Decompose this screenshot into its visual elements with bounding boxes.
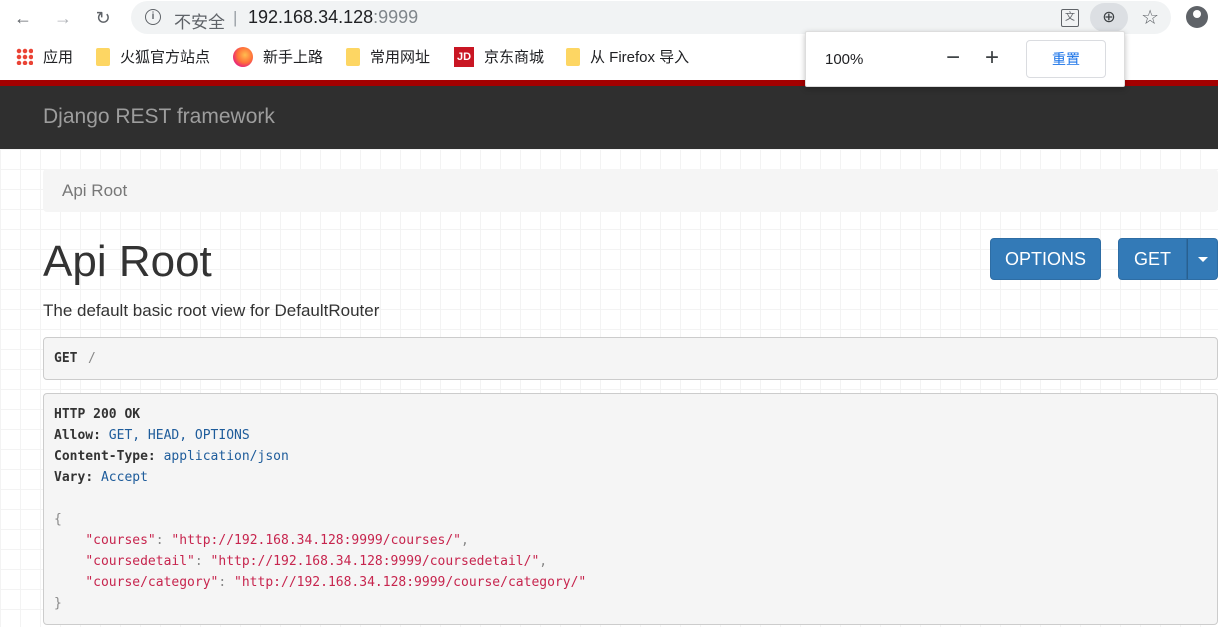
folder-icon <box>566 47 580 66</box>
response-header-content-type: Content-Type: application/json <box>54 449 289 464</box>
request-method: GET <box>54 351 78 366</box>
json-entry-courses: "courses": "http://192.168.34.128:9999/c… <box>85 533 469 548</box>
info-icon[interactable]: i <box>145 9 161 25</box>
get-button[interactable]: GET <box>1118 238 1187 280</box>
zoom-magnifier-icon[interactable]: ⊕ <box>1090 3 1128 32</box>
breadcrumb-item-api-root[interactable]: Api Root <box>62 181 127 201</box>
response-info: HTTP 200 OK Allow: GET, HEAD, OPTIONS Co… <box>43 393 1218 625</box>
json-link-course-category[interactable]: "http://192.168.34.128:9999/course/categ… <box>234 575 586 590</box>
zoom-in-button[interactable]: + <box>985 44 999 72</box>
folder-icon <box>96 47 110 66</box>
bookmark-star-icon[interactable]: ☆ <box>1141 5 1159 30</box>
response-header-vary: Vary: Accept <box>54 470 148 485</box>
response-header-allow: Allow: GET, HEAD, OPTIONS <box>54 428 250 443</box>
get-format-dropdown-toggle[interactable] <box>1187 238 1218 280</box>
bookmark-jd[interactable]: JD 京东商城 <box>454 46 544 68</box>
back-arrow-icon[interactable]: ← <box>11 6 35 30</box>
address-separator: | <box>233 8 238 27</box>
jd-logo-icon: JD <box>454 46 474 67</box>
json-link-courses[interactable]: "http://192.168.34.128:9999/courses/" <box>171 533 461 548</box>
translate-icon[interactable]: 文 <box>1061 9 1079 27</box>
bookmark-firefox-site[interactable]: 火狐官方站点 <box>96 47 210 68</box>
request-path: / <box>88 351 96 366</box>
url-text[interactable]: 192.168.34.128:9999 <box>248 7 418 28</box>
page-content: Api Root Api Root OPTIONS GET The defaul… <box>0 149 1218 627</box>
forward-arrow-icon[interactable]: → <box>51 6 75 30</box>
firefox-icon <box>233 46 253 67</box>
zoom-reset-button[interactable]: 重置 <box>1026 40 1106 78</box>
json-link-coursedetail[interactable]: "http://192.168.34.128:9999/coursedetail… <box>211 554 540 569</box>
bookmark-import-firefox[interactable]: 从 Firefox 导入 <box>566 47 689 68</box>
json-entry-coursedetail: "coursedetail": "http://192.168.34.128:9… <box>85 554 548 569</box>
apps-grid-icon <box>16 48 33 66</box>
profile-avatar-icon[interactable] <box>1186 6 1208 28</box>
bookmark-common-sites[interactable]: 常用网址 <box>346 47 430 68</box>
options-button[interactable]: OPTIONS <box>990 238 1101 280</box>
folder-icon <box>346 47 360 66</box>
reload-icon[interactable]: ↻ <box>91 6 115 30</box>
breadcrumb: Api Root <box>43 169 1218 212</box>
response-status: HTTP 200 OK <box>54 407 141 422</box>
view-description: The default basic root view for DefaultR… <box>43 301 380 320</box>
drf-navbar: Django REST framework <box>0 86 1218 149</box>
json-close-brace: } <box>54 596 62 611</box>
zoom-popup: 100% − + 重置 <box>805 31 1125 87</box>
request-info: GET / <box>43 337 1218 380</box>
page-title: Api Root <box>43 237 212 286</box>
bookmark-getting-started[interactable]: 新手上路 <box>233 46 323 68</box>
zoom-out-button[interactable]: − <box>946 44 960 72</box>
zoom-level: 100% <box>825 51 864 68</box>
address-bar[interactable]: i 不安全 | 192.168.34.128:9999 文 ⊕ ☆ <box>131 1 1171 34</box>
brand-link[interactable]: Django REST framework <box>43 105 275 129</box>
bookmark-apps[interactable]: 应用 <box>16 48 73 68</box>
json-entry-course-category: "course/category": "http://192.168.34.12… <box>85 575 587 590</box>
json-open-brace: { <box>54 512 62 527</box>
insecure-label: 不安全 <box>174 13 225 32</box>
